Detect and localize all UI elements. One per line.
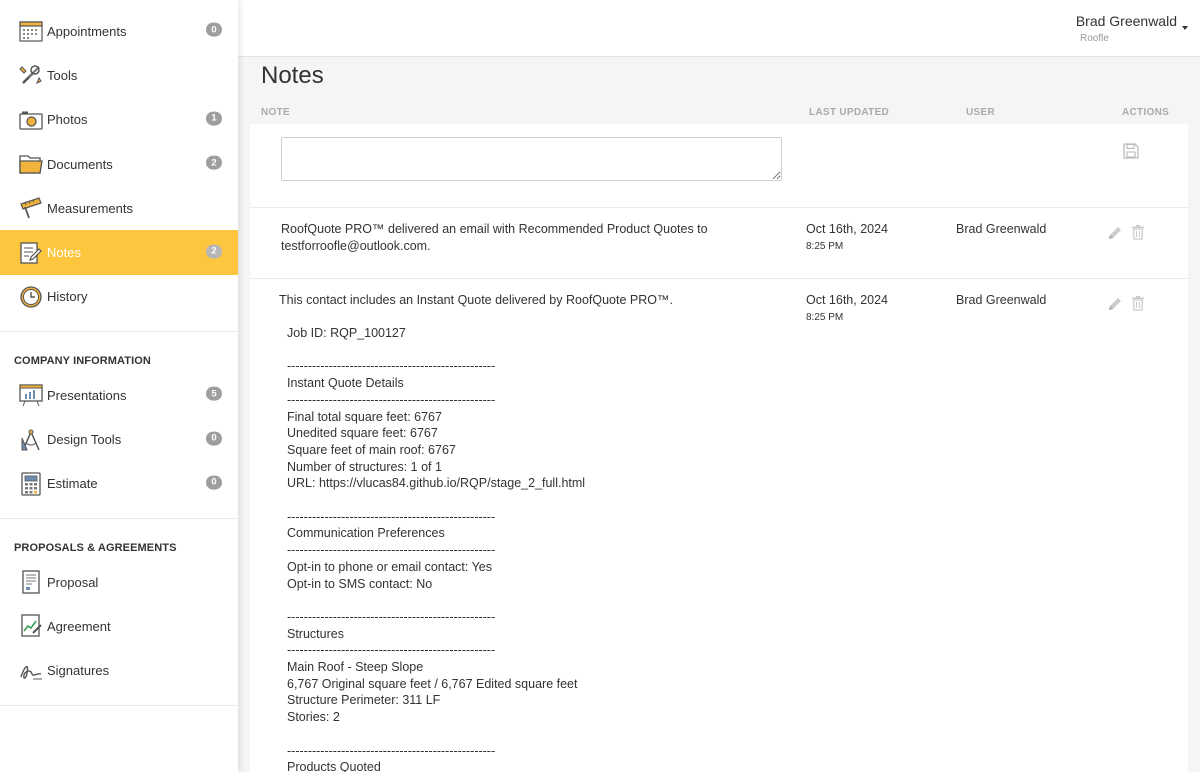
sidebar-item-label: Photos xyxy=(47,112,88,128)
column-header-last-updated: LAST UPDATED xyxy=(809,107,890,118)
sidebar-item-label: Proposal xyxy=(47,574,99,590)
sidebar-item-notes[interactable]: Notes 2 xyxy=(0,230,238,275)
new-note-row xyxy=(250,124,1188,207)
note-date: Oct 16th, 2024 xyxy=(806,293,889,307)
sidebar-item-label: Notes xyxy=(47,245,81,261)
sidebar-item-documents[interactable]: Documents 2 xyxy=(0,142,238,186)
top-bar: Brad Greenwald Roofle xyxy=(238,0,1200,57)
user-menu-name[interactable]: Brad Greenwald xyxy=(1076,13,1177,29)
sidebar-item-tools[interactable]: Tools xyxy=(0,53,238,97)
count-badge: 0 xyxy=(206,475,222,490)
note-time: 8:25 PM xyxy=(806,312,844,323)
note-body: Job ID: RQP_100127 ---------------------… xyxy=(287,326,586,772)
sidebar-item-label: Appointments xyxy=(47,23,127,39)
note-text: This contact includes an Instant Quote d… xyxy=(279,293,673,307)
presentation-board-icon xyxy=(19,383,43,407)
proposal-document-icon xyxy=(19,570,43,594)
sidebar-item-label: Documents xyxy=(47,156,113,172)
sidebar-item-signatures[interactable]: Signatures xyxy=(0,649,238,693)
calendar-icon xyxy=(19,19,43,43)
sidebar-divider xyxy=(0,704,238,706)
note-user: Brad Greenwald xyxy=(956,222,1047,236)
note-user: Brad Greenwald xyxy=(956,293,1047,307)
note-row: This contact includes an Instant Quote d… xyxy=(250,279,1188,772)
note-row: RoofQuote PRO™ delivered an email with R… xyxy=(250,208,1188,278)
new-note-input[interactable] xyxy=(281,137,782,181)
user-company: Roofle xyxy=(1080,33,1109,44)
sidebar-section-title: PROPOSALS & AGREEMENTS xyxy=(14,541,177,554)
note-text: RoofQuote PRO™ delivered an email with R… xyxy=(281,221,708,255)
folder-icon xyxy=(19,152,43,176)
compass-icon xyxy=(19,428,43,452)
sidebar-item-label: History xyxy=(47,289,88,305)
sidebar-item-photos[interactable]: Photos 1 xyxy=(0,98,238,142)
camera-icon xyxy=(19,108,43,132)
count-badge: 2 xyxy=(206,155,222,170)
save-icon[interactable] xyxy=(1123,143,1139,159)
calculator-icon xyxy=(19,472,43,496)
sidebar-item-label: Design Tools xyxy=(47,432,122,448)
trash-icon[interactable] xyxy=(1130,224,1146,240)
tools-icon xyxy=(19,63,43,87)
sidebar-item-agreement[interactable]: Agreement xyxy=(0,604,238,648)
trash-icon[interactable] xyxy=(1130,295,1146,311)
sidebar: Appointments 0 Tools Photos 1 Documents … xyxy=(0,0,238,772)
sidebar-item-label: Tools xyxy=(47,67,78,83)
sidebar-item-estimate[interactable]: Estimate 0 xyxy=(0,462,238,506)
pencil-icon[interactable] xyxy=(1107,225,1123,241)
notes-panel: Notes NOTE LAST UPDATED USER ACTIONS Roo… xyxy=(238,57,1200,772)
sidebar-section-title: COMPANY INFORMATION xyxy=(14,355,151,368)
note-text-line: testforroofle@outlook.com. xyxy=(281,239,431,253)
notepad-icon xyxy=(19,241,43,265)
count-badge: 2 xyxy=(206,244,222,259)
sidebar-item-history[interactable]: History xyxy=(0,275,238,319)
count-badge: 0 xyxy=(206,22,222,37)
ruler-icon xyxy=(19,196,43,220)
sidebar-item-label: Signatures xyxy=(47,663,110,679)
sidebar-item-design-tools[interactable]: Design Tools 0 xyxy=(0,417,238,461)
note-time: 8:25 PM xyxy=(806,241,844,252)
sidebar-item-presentations[interactable]: Presentations 5 xyxy=(0,373,238,417)
signature-icon xyxy=(19,659,43,683)
page-title: Notes xyxy=(261,62,324,89)
sidebar-item-label: Agreement xyxy=(47,618,111,634)
count-badge: 5 xyxy=(206,386,222,401)
column-header-actions: ACTIONS xyxy=(1122,107,1170,118)
chevron-down-icon[interactable] xyxy=(1182,26,1188,30)
column-header-note: NOTE xyxy=(261,107,290,118)
pencil-icon[interactable] xyxy=(1107,296,1123,312)
column-header-user: USER xyxy=(966,107,995,118)
count-badge: 1 xyxy=(206,111,222,126)
sidebar-item-label: Measurements xyxy=(47,200,133,216)
note-date: Oct 16th, 2024 xyxy=(806,222,889,236)
sidebar-item-label: Presentations xyxy=(47,387,127,403)
agreement-chart-icon xyxy=(19,614,43,638)
note-text-line: RoofQuote PRO™ delivered an email with R… xyxy=(281,222,708,236)
sidebar-item-measurements[interactable]: Measurements xyxy=(0,186,238,230)
sidebar-item-proposal[interactable]: Proposal xyxy=(0,560,238,604)
count-badge: 0 xyxy=(206,431,222,446)
sidebar-item-appointments[interactable]: Appointments 0 xyxy=(0,9,238,53)
clock-icon xyxy=(19,285,43,309)
sidebar-item-label: Estimate xyxy=(47,476,98,492)
